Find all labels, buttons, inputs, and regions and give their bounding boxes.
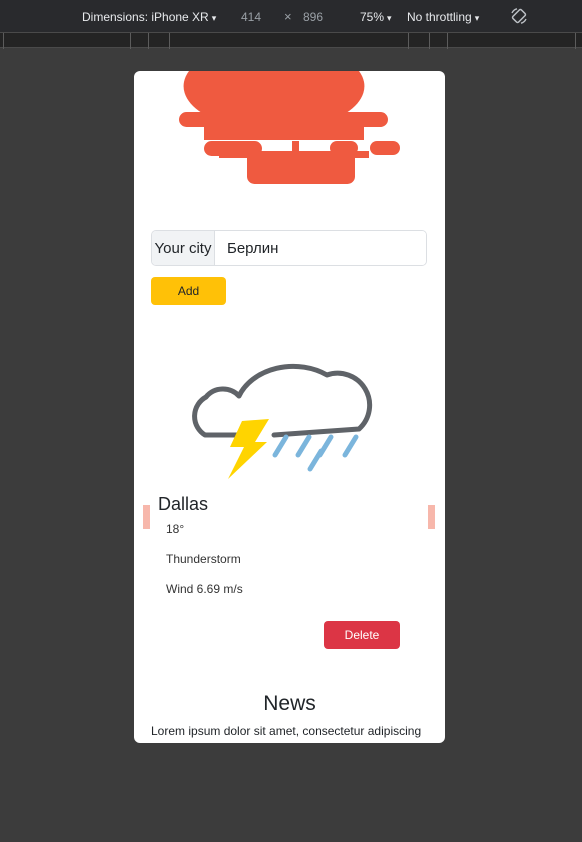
- throttling-dropdown[interactable]: No throttling ▾: [407, 10, 479, 24]
- throttling-label: No throttling: [407, 10, 472, 24]
- width-field[interactable]: 414: [241, 10, 261, 24]
- device-viewport: Your city Add Dallas 18° Thunderstorm Wi…: [134, 71, 445, 743]
- carousel-next-button[interactable]: [428, 505, 435, 529]
- zoom-label: 75%: [360, 10, 385, 24]
- city-input[interactable]: [215, 231, 426, 265]
- city-label: Your city: [152, 231, 215, 265]
- media-query-ruler: [0, 32, 582, 49]
- zoom-dropdown[interactable]: 75% ▾: [360, 10, 392, 24]
- thunderstorm-icon: [192, 363, 373, 479]
- height-field[interactable]: 896: [303, 10, 323, 24]
- weather-condition: Thunderstorm: [166, 552, 241, 566]
- news-text: Lorem ipsum dolor sit amet, consectetur …: [151, 724, 422, 738]
- device-label: Dimensions: iPhone XR: [82, 10, 209, 24]
- news-title: News: [263, 692, 316, 715]
- carousel-prev-button[interactable]: [143, 505, 150, 529]
- sun-fog-icon: [179, 71, 400, 184]
- delete-button[interactable]: Delete: [324, 621, 400, 649]
- weather-city-name: Dallas: [158, 494, 209, 514]
- city-input-group: Your city: [151, 230, 427, 266]
- devtools-device-toolbar: Dimensions: iPhone XR ▾ 414 × 896 75% ▾ No…: [0, 0, 582, 32]
- rotate-icon[interactable]: [510, 7, 528, 25]
- device-caret-icon: ▾: [211, 13, 217, 23]
- weather-wind: Wind 6.69 m/s: [166, 582, 243, 596]
- add-button[interactable]: Add: [151, 277, 226, 305]
- zoom-caret-icon: ▾: [387, 13, 392, 23]
- throttling-caret-icon: ▾: [474, 13, 480, 23]
- weather-temperature: 18°: [166, 522, 185, 536]
- device-dropdown[interactable]: Dimensions: iPhone XR ▾: [82, 10, 216, 24]
- times-icon: ×: [284, 9, 292, 24]
